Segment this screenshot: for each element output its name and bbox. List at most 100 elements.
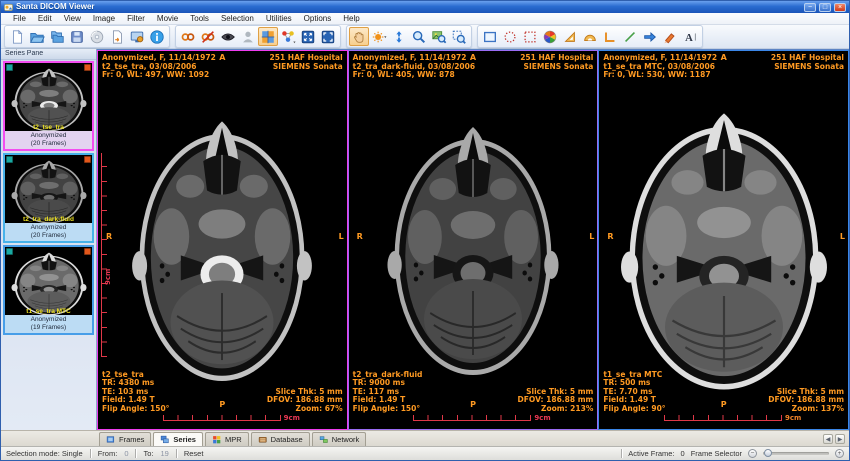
unlink-series-button[interactable] [198,27,218,46]
thumbnail-image[interactable]: t2_tse_tra [5,63,92,131]
patient-info-user-icon [240,29,256,45]
menu-selection[interactable]: Selection [215,13,260,24]
tab-series[interactable]: Series [153,432,203,446]
series-state-badge-icon[interactable] [6,64,13,71]
arrow-annotate-button[interactable] [640,27,660,46]
minimize-button[interactable]: − [804,3,816,12]
thumbnail-image[interactable]: t2_tra_dark-fluid [5,155,92,223]
layout-grid-button[interactable] [258,27,278,46]
geometry-overlay: Slice Thk: 5 mm DFOV: 186.88 mm Zoom: 67… [267,388,343,414]
series-close-badge-icon[interactable] [84,248,91,255]
series-state-badge-icon[interactable] [6,156,13,163]
mri-axial-brain-image [6,155,92,223]
zoom-magnifier-button[interactable] [409,27,429,46]
fit-to-window-button[interactable] [298,27,318,46]
from-value[interactable]: 0 [124,449,128,458]
angle-measure-button[interactable] [600,27,620,46]
rect-roi-icon [522,29,538,45]
scroll-frames-button[interactable] [389,27,409,46]
open-folder-button[interactable] [27,27,47,46]
orientation-marker-anterior: A [219,53,225,62]
link-series-button[interactable] [178,27,198,46]
menu-help[interactable]: Help [337,13,365,24]
series-frame-count: (20 Frames) [5,140,92,148]
series-close-badge-icon[interactable] [84,64,91,71]
patient-info-user-button[interactable] [238,27,258,46]
series-pane: Series Pane t2_tse_tra Anonymized (20 Fr… [1,49,97,430]
arrow-annotate-icon [642,29,658,45]
ruler-triangle-button[interactable] [560,27,580,46]
open-file-button[interactable] [7,27,27,46]
tab-label: Database [271,435,303,444]
frame-slider-handle[interactable] [764,449,772,457]
tab-next-icon[interactable]: ▶ [835,434,845,444]
tab-label: Network [332,435,360,444]
color-palette-button[interactable] [540,27,560,46]
hospital-overlay: 251 HAF Hospital SIEMENS Sonata [520,54,593,71]
toolbar: A [1,25,849,49]
series-state-badge-icon[interactable] [6,248,13,255]
hospital-overlay: 251 HAF Hospital SIEMENS Sonata [270,54,343,71]
protractor-button[interactable] [580,27,600,46]
zoom-region-button[interactable] [449,27,469,46]
scroll-frames-icon [391,29,407,45]
series-thumbnail-1[interactable]: t2_tse_tra Anonymized (20 Frames) [3,61,94,151]
horizontal-ruler [664,415,782,421]
show-overlays-eye-button[interactable] [218,27,238,46]
toolbar-group [4,25,170,48]
menu-filter[interactable]: Filter [121,13,151,24]
image-panel-t1-se-tra-mtc[interactable]: Anonymized, F, 11/14/1972 t1_se_tra MTC,… [598,50,849,430]
menu-utilities[interactable]: Utilities [260,13,298,24]
show-overlays-eye-icon [220,29,236,45]
menu-options[interactable]: Options [298,13,338,24]
rect-roi-button[interactable] [520,27,540,46]
menu-file[interactable]: File [7,13,32,24]
series-thumbnail-2[interactable]: t2_tra_dark-fluid Anonymized (20 Frames) [3,153,94,243]
mri-axial-brain-image [6,247,92,315]
zoom-image-button[interactable] [429,27,449,46]
burn-cd-button[interactable] [87,27,107,46]
reset-button[interactable]: Reset [184,449,204,458]
rect-select-button[interactable] [480,27,500,46]
frame-slider[interactable] [763,452,829,455]
text-annotate-button[interactable]: A [680,27,700,46]
sync-series-button[interactable] [278,27,298,46]
close-button[interactable]: × [834,3,846,12]
highlight-marker-button[interactable] [660,27,680,46]
menu-image[interactable]: Image [87,13,121,24]
tab-mpr[interactable]: MPR [205,432,249,446]
menu-tools[interactable]: Tools [184,13,215,24]
svg-text:A: A [685,33,693,44]
tab-frames[interactable]: Frames [99,432,151,446]
series-frame-count: (20 Frames) [5,232,92,240]
image-panel-t2-tra-dark-fluid[interactable]: Anonymized, F, 11/14/1972 t2_tra_dark-fl… [348,50,599,430]
mpr-tab-icon [212,435,222,445]
flip-angle: Flip Angle: 150° [353,405,423,414]
pan-hand-button[interactable] [349,27,369,46]
to-value[interactable]: 19 [161,449,169,458]
menu-movie[interactable]: Movie [151,13,184,24]
monitor-settings-button[interactable] [127,27,147,46]
open-multiple-button[interactable] [47,27,67,46]
frame-minus-button[interactable]: − [748,449,757,458]
tab-database[interactable]: Database [251,432,310,446]
window-level-sun-button[interactable] [369,27,389,46]
frame-plus-button[interactable]: + [835,449,844,458]
tab-prev-icon[interactable]: ◀ [823,434,833,444]
menu-edit[interactable]: Edit [32,13,58,24]
full-screen-button[interactable] [318,27,338,46]
save-series-button[interactable] [67,27,87,46]
export-image-button[interactable] [107,27,127,46]
series-close-badge-icon[interactable] [84,156,91,163]
series-thumbnail-3[interactable]: t1_se_tra MTC Anonymized (19 Frames) [3,245,94,335]
line-draw-button[interactable] [620,27,640,46]
title-bar[interactable]: Santa DICOM Viewer − □ × [1,1,849,13]
menu-view[interactable]: View [58,13,87,24]
thumbnail-image[interactable]: t1_se_tra MTC [5,247,92,315]
image-panel-t2-tse-tra[interactable]: Anonymized, F, 11/14/1972 t2_tse_tra, 03… [97,50,348,430]
maximize-button[interactable]: □ [819,3,831,12]
about-info-button[interactable] [147,27,167,46]
tab-network[interactable]: Network [312,432,367,446]
series-caption: Anonymized (19 Frames) [5,315,92,333]
ellipse-roi-button[interactable] [500,27,520,46]
